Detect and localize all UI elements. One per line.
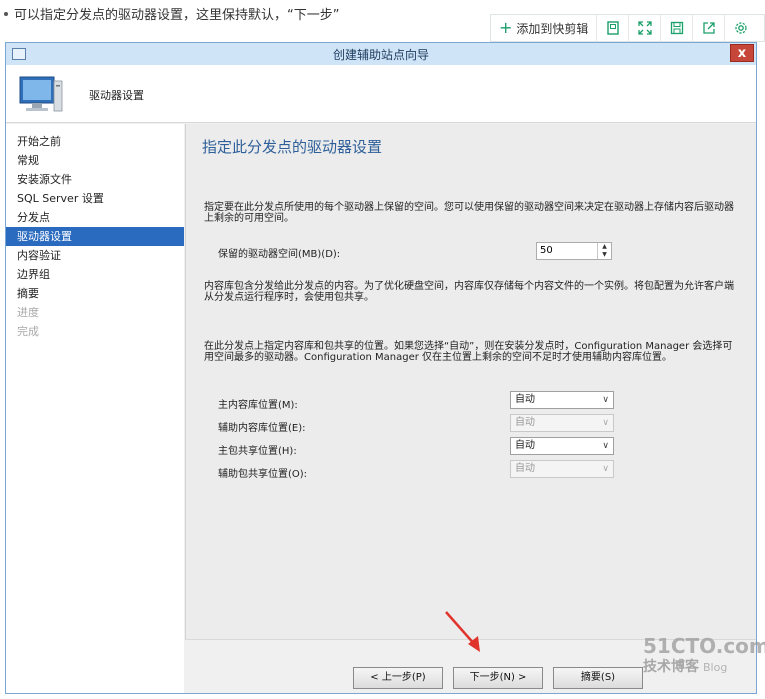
primary-share-select[interactable]: 自动 ∨ [510,437,614,455]
secondary-library-value: 自动 [515,417,535,428]
expand-icon[interactable] [629,15,662,41]
reserved-space-stepper[interactable]: 50 ▲ ▼ [536,242,612,260]
red-arrow-annotation [445,611,480,652]
reserved-space-value[interactable]: 50 [537,243,597,259]
nav-item-progress: 进度 [17,306,39,319]
nav-item-completion: 完成 [17,325,39,338]
caption-text: 可以指定分发点的驱动器设置，这里保持默认，“下一步” [14,8,340,23]
wizard-window: 创建辅助站点向导 x 驱动器设置 开始之前 常规 安装源文件 SQL Serve… [5,42,757,694]
secondary-library-label: 辅助内容库位置(E): [218,423,306,434]
blog-toolbar: + 添加到快剪辑 [490,14,765,42]
nav-item-drive-settings[interactable]: 驱动器设置 [6,227,184,246]
blog-caption: 可以指定分发点的驱动器设置，这里保持默认，“下一步” [4,4,339,23]
watermark: 51CTO.com 技术博客 Blog [643,634,765,684]
spin-arrows: ▲ ▼ [597,243,611,259]
intro-text: 指定要在此分发点所使用的每个驱动器上保留的空间。您可以使用保留的驱动器空间来决定… [204,202,734,224]
page: 可以指定分发点的驱动器设置，这里保持默认，“下一步” + 添加到快剪辑 创建辅助… [0,0,765,699]
next-button[interactable]: 下一步(N) > [453,667,543,689]
primary-library-value: 自动 [515,394,535,405]
content-pane: 指定此分发点的驱动器设置 指定要在此分发点所使用的每个驱动器上保留的空间。您可以… [185,124,756,639]
watermark-subtitle-text: 技术博客 [643,659,699,675]
previous-button[interactable]: < 上一步(P) [353,667,443,689]
bullet-icon [4,11,8,16]
watermark-blog: Blog [703,661,728,674]
plus-icon: + [499,18,513,37]
location-note: 在此分发点上指定内容库和包共享的位置。如果您选择“自动”，则在安装分发点时，Co… [204,341,733,363]
wizard-body: 开始之前 常规 安装源文件 SQL Server 设置 分发点 驱动器设置 内容… [6,124,756,693]
primary-library-label: 主内容库位置(M): [218,400,298,411]
chevron-down-icon: ∨ [602,395,609,405]
wizard-nav: 开始之前 常规 安装源文件 SQL Server 设置 分发点 驱动器设置 内容… [6,124,184,693]
primary-share-label: 主包共享位置(H): [218,446,297,457]
share-icon[interactable] [693,15,726,41]
watermark-subtitle: 技术博客 Blog [643,656,758,676]
nav-item-content-validation[interactable]: 内容验证 [6,246,184,265]
wizard-header: 驱动器设置 [6,65,756,123]
nav-item-before-start[interactable]: 开始之前 [6,132,184,151]
nav-item-install-source[interactable]: 安装源文件 [6,170,184,189]
secondary-share-select: 自动 ∨ [510,460,614,478]
summary-button[interactable]: 摘要(S) [553,667,643,689]
chevron-down-icon: ∨ [602,418,609,428]
nav-item-sql-server[interactable]: SQL Server 设置 [6,189,184,208]
nav-item-summary[interactable]: 摘要 [6,284,184,303]
spin-down-icon[interactable]: ▼ [598,251,611,259]
secondary-share-label: 辅助包共享位置(O): [218,469,308,480]
add-to-clip-label: 添加到快剪辑 [516,21,589,36]
chevron-down-icon: ∨ [602,441,609,451]
settings-icon[interactable] [725,15,757,41]
header-title: 驱动器设置 [89,89,144,102]
spin-up-icon[interactable]: ▲ [598,243,611,251]
primary-library-select[interactable]: 自动 ∨ [510,391,614,409]
nav-item-boundary-groups[interactable]: 边界组 [6,265,184,284]
title-bar: 创建辅助站点向导 x [6,43,756,65]
add-to-clip-button[interactable]: + 添加到快剪辑 [491,15,598,41]
close-button[interactable]: x [730,44,754,62]
secondary-library-select: 自动 ∨ [510,414,614,432]
square-icon[interactable] [597,15,630,41]
reserved-space-label: 保留的驱动器空间(MB)(D): [218,249,341,260]
save-icon[interactable] [661,15,694,41]
secondary-share-value: 自动 [515,463,535,474]
computer-icon [19,76,63,112]
window-title: 创建辅助站点向导 [332,47,429,62]
watermark-brand: 51CTO.com [643,634,765,658]
page-title: 指定此分发点的驱动器设置 [202,138,383,156]
primary-share-value: 自动 [515,440,535,451]
nav-item-distribution-point[interactable]: 分发点 [6,208,184,227]
nav-item-general[interactable]: 常规 [6,151,184,170]
chevron-down-icon: ∨ [602,464,609,474]
library-note: 内容库包含分发给此分发点的内容。为了优化硬盘空间，内容库仅存储每个内容文件的一个… [204,281,734,303]
